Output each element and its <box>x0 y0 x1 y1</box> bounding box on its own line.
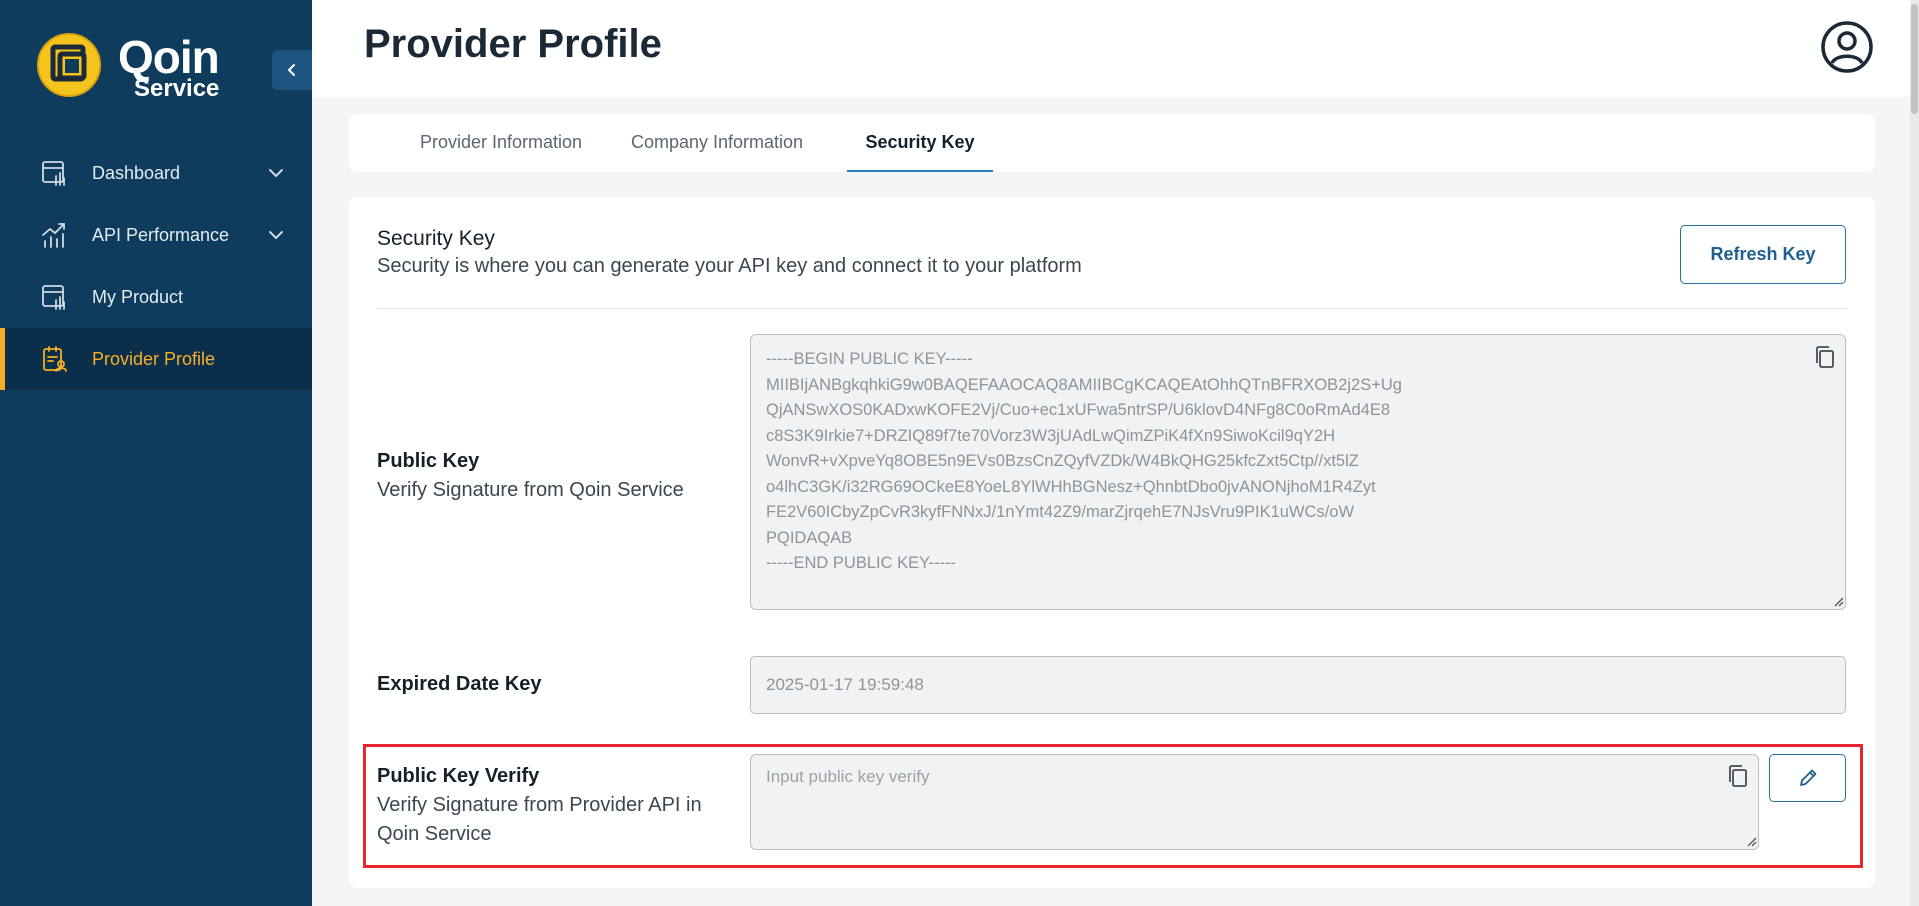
resize-handle-icon[interactable] <box>1745 835 1757 847</box>
qoin-logo-icon <box>37 33 101 97</box>
public-key-label-group: Public Key Verify Signature from Qoin Se… <box>377 447 684 505</box>
public-key-verify-label: Public Key Verify <box>377 765 540 787</box>
tab-company-information[interactable]: Company Information <box>617 114 817 172</box>
public-key-sublabel: Verify Signature from Qoin Service <box>377 479 684 501</box>
resize-handle-icon[interactable] <box>1832 595 1844 607</box>
pencil-icon <box>1799 769 1816 786</box>
public-key-textarea[interactable]: -----BEGIN PUBLIC KEY----- MIIBIjANBgkqh… <box>750 334 1846 610</box>
sidebar-collapse-button[interactable] <box>272 50 312 90</box>
scrollbar[interactable] <box>1910 0 1919 906</box>
sidebar-item-label: Provider Profile <box>92 348 216 369</box>
product-icon <box>40 283 68 311</box>
brand-logo[interactable]: Qoin Service <box>36 32 226 102</box>
sidebar-item-label: Dashboard <box>92 162 181 183</box>
copy-icon[interactable] <box>1812 344 1838 370</box>
sidebar-nav: Dashboard API Performance My Product Pro… <box>0 142 312 390</box>
public-key-verify-input[interactable]: Input public key verify <box>750 754 1759 850</box>
tab-provider-information[interactable]: Provider Information <box>405 114 597 172</box>
section-title: Security Key <box>377 227 495 250</box>
public-key-verify-sublabel: Verify Signature from Provider API in Qo… <box>377 794 702 845</box>
expired-date-label-group: Expired Date Key <box>377 670 542 699</box>
page-title: Provider Profile <box>364 22 662 66</box>
security-key-card: Security Key Security is where you can g… <box>349 197 1875 888</box>
page-header: Provider Profile <box>312 0 1919 97</box>
sidebar-item-my-product[interactable]: My Product <box>0 266 312 328</box>
expired-date-field[interactable]: 2025-01-17 19:59:48 <box>750 656 1846 714</box>
sidebar-item-label: API Performance <box>92 224 230 245</box>
tab-bar: Provider Information Company Information… <box>349 114 1875 172</box>
public-key-verify-label-group: Public Key Verify Verify Signature from … <box>377 762 737 849</box>
sidebar: Qoin Service Dashboard API Performance M… <box>0 0 312 906</box>
divider <box>377 308 1846 309</box>
section-description: Security is where you can generate your … <box>377 255 1082 277</box>
sidebar-item-provider-profile[interactable]: Provider Profile <box>0 328 312 390</box>
sidebar-item-api-performance[interactable]: API Performance <box>0 204 312 266</box>
chevron-down-icon <box>269 231 283 240</box>
brand-subtitle: Service <box>134 75 220 102</box>
expired-date-label: Expired Date Key <box>377 673 542 695</box>
edit-public-key-verify-button[interactable] <box>1769 754 1846 802</box>
copy-icon[interactable] <box>1725 763 1751 789</box>
tab-security-key[interactable]: Security Key <box>847 114 993 172</box>
dashboard-icon <box>40 159 68 187</box>
refresh-key-button[interactable]: Refresh Key <box>1680 225 1846 284</box>
chart-icon <box>40 221 68 249</box>
sidebar-item-label: My Product <box>92 286 184 307</box>
scrollbar-thumb[interactable] <box>1911 4 1918 114</box>
chevron-left-icon <box>288 64 295 76</box>
chevron-down-icon <box>269 169 283 178</box>
profile-icon <box>40 345 68 373</box>
sidebar-item-dashboard[interactable]: Dashboard <box>0 142 312 204</box>
user-avatar-icon[interactable] <box>1820 20 1874 74</box>
public-key-label: Public Key <box>377 450 480 472</box>
